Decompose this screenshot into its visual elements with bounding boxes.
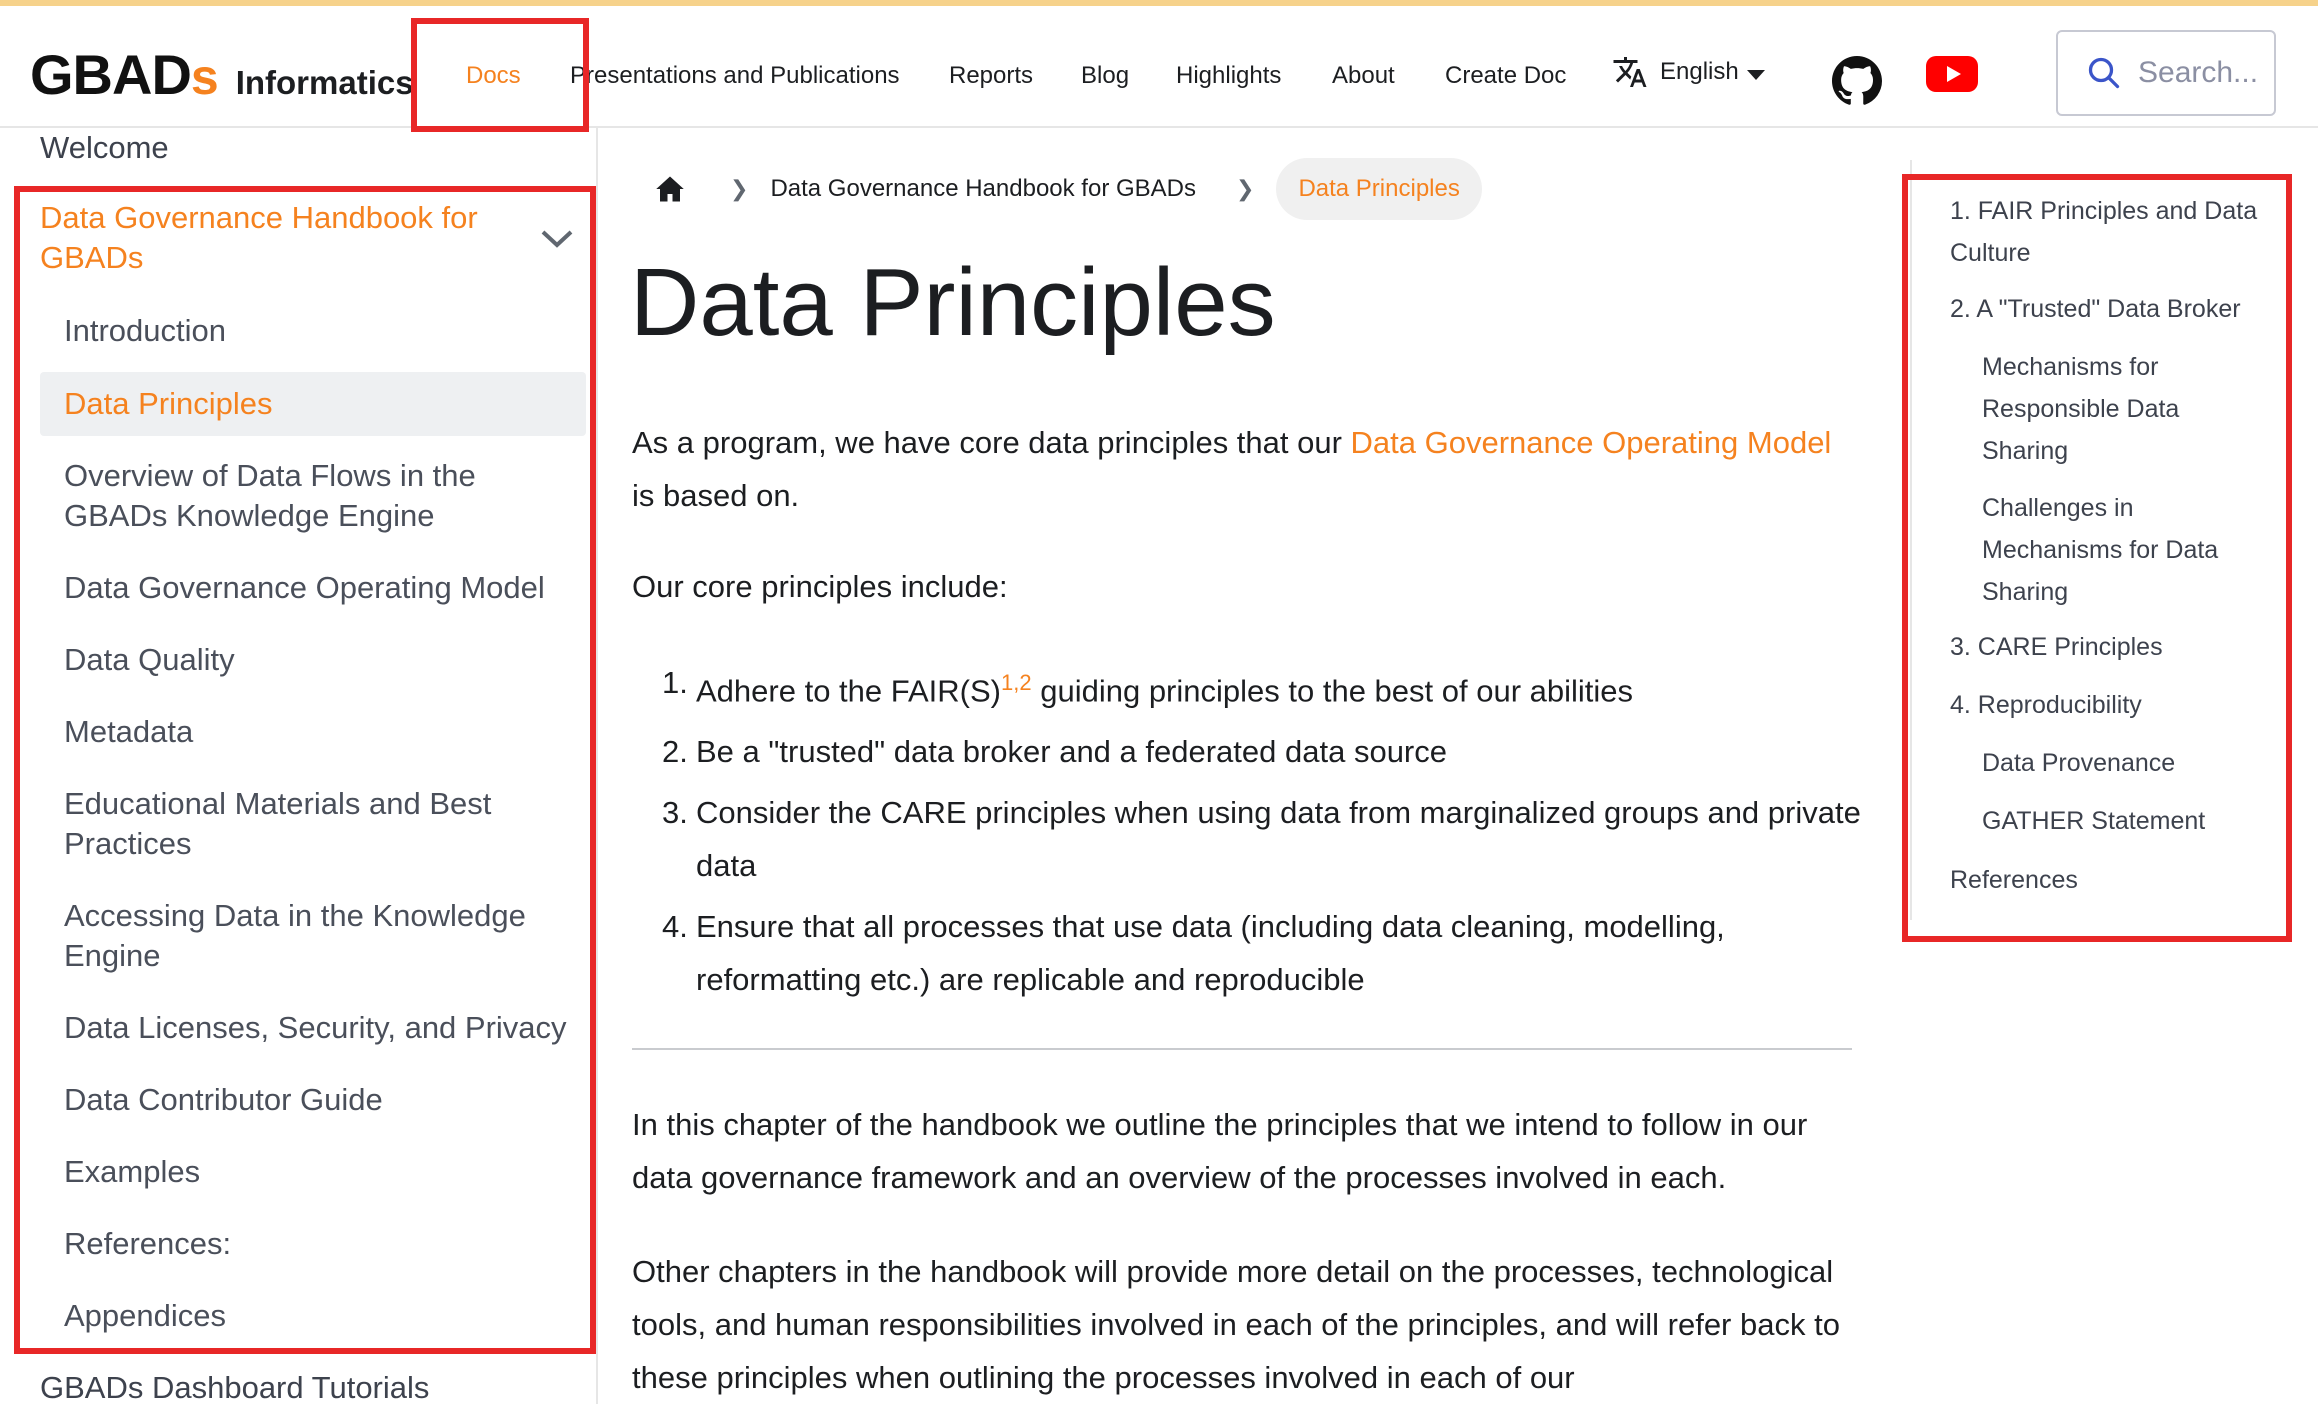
github-icon[interactable] (1832, 56, 1882, 111)
breadcrumb-parent[interactable]: Data Governance Handbook for GBADs (770, 175, 1196, 203)
footnote-link-1[interactable]: 1 (1001, 670, 1013, 695)
list-item: 2. Be a "trusted" data broker and a feder… (662, 734, 1447, 770)
breadcrumb-separator-icon: ❯ (1236, 176, 1255, 201)
nav-about[interactable]: About (1332, 62, 1395, 90)
translate-icon (1613, 57, 1647, 87)
footnote-link-2[interactable]: 2 (1019, 670, 1031, 695)
list-item: 1. Adhere to the FAIR(S)1,2 guiding princ… (662, 665, 1634, 709)
sidebar-item-welcome[interactable]: Welcome (40, 128, 169, 168)
operating-model-link[interactable]: Data Governance Operating Model (1351, 425, 1832, 460)
gbads-logo[interactable]: GBADs (30, 42, 219, 107)
home-icon[interactable] (650, 175, 690, 203)
intro-paragraph: As a program, we have core data principl… (632, 425, 1832, 513)
nav-reports[interactable]: Reports (949, 62, 1033, 90)
nav-blog[interactable]: Blog (1081, 62, 1129, 90)
search-placeholder: Search... (2138, 56, 2259, 89)
breadcrumb-current: Data Principles (1276, 158, 1482, 220)
other-chapters-paragraph: Other chapters in the handbook will prov… (632, 1254, 1840, 1395)
chevron-down-icon (1746, 70, 1765, 80)
search-icon (2088, 57, 2120, 89)
nav-create-doc[interactable]: Create Doc (1445, 62, 1566, 90)
nav-presentations[interactable]: Presentations and Publications (570, 62, 900, 90)
sidebar-item-dashboard-tutorials[interactable]: GBADs Dashboard Tutorials (40, 1368, 429, 1404)
annotation-box-sidebar (14, 186, 596, 1354)
chapter-overview-paragraph: In this chapter of the handbook we outli… (632, 1107, 1808, 1195)
list-item: 4. Ensure that all processes that use dat… (662, 909, 1725, 998)
search-input[interactable]: Search... (2056, 30, 2276, 116)
brand-title[interactable]: Informatics (236, 64, 414, 102)
nav-highlights[interactable]: Highlights (1176, 62, 1281, 90)
breadcrumb-separator-icon: ❯ (730, 176, 749, 201)
annotation-box-toc (1902, 174, 2292, 942)
list-item: 3. Consider the CARE principles when usin… (662, 795, 1861, 884)
page-title: Data Principles (630, 249, 1276, 356)
language-dropdown[interactable]: English (1612, 54, 1765, 90)
top-navbar: GBADs Informatics Docs Presentations and… (0, 6, 2318, 128)
principles-heading: Our core principles include: (632, 569, 1008, 604)
language-label: English (1660, 58, 1739, 85)
annotation-box-docs (411, 18, 589, 132)
brand[interactable]: GBADs Informatics (30, 42, 414, 107)
principles-list: 1. Adhere to the FAIR(S)1,2 guiding princ… (662, 656, 1862, 1014)
youtube-icon[interactable] (1926, 54, 1978, 99)
breadcrumb: ❯ Data Governance Handbook for GBADs ❯ D… (650, 158, 1482, 220)
divider (632, 1048, 1852, 1050)
